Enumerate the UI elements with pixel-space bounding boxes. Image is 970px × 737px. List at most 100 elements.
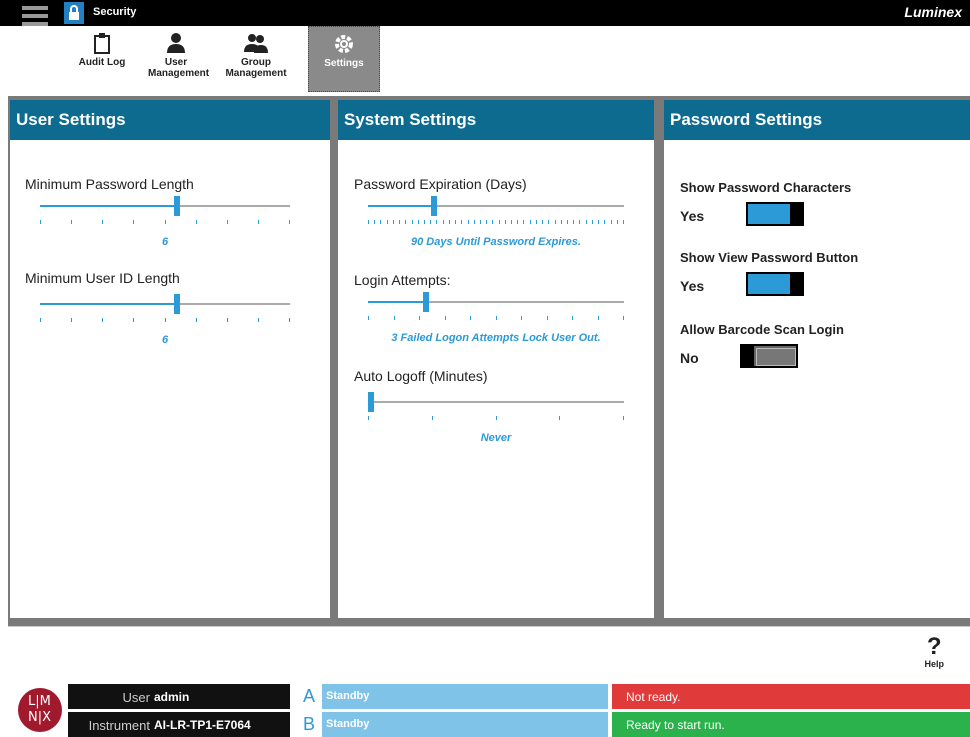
slider-tick bbox=[511, 220, 512, 224]
slider-tick bbox=[496, 416, 497, 420]
clipboard-icon bbox=[94, 33, 110, 54]
slider-tick bbox=[598, 220, 599, 224]
help-button[interactable]: ? Help bbox=[924, 635, 944, 670]
status-bar: L|M N|X User admin Instrument AI-LR-TP1-… bbox=[0, 684, 970, 737]
user-icon bbox=[167, 33, 185, 53]
help-label: Help bbox=[924, 659, 944, 669]
min-password-label: Minimum Password Length bbox=[25, 176, 194, 192]
slider-thumb[interactable] bbox=[174, 294, 180, 314]
slider-tick bbox=[432, 416, 433, 420]
slider-tick bbox=[461, 220, 462, 224]
show-password-characters-toggle[interactable] bbox=[746, 202, 804, 226]
slider-tick bbox=[196, 220, 197, 224]
show-password-characters-value: Yes bbox=[680, 208, 705, 224]
user-key: User bbox=[122, 690, 150, 705]
slider-thumb[interactable] bbox=[174, 196, 180, 216]
slider-tick bbox=[71, 318, 72, 322]
slider-tick bbox=[536, 220, 537, 224]
login-attempts-label: Login Attempts: bbox=[354, 272, 451, 288]
slider-tick bbox=[424, 220, 425, 224]
slider-tick bbox=[496, 316, 497, 320]
slider-tick bbox=[399, 220, 400, 224]
slider-tick bbox=[530, 220, 531, 224]
slider-tick bbox=[521, 316, 522, 320]
min-userid-slider[interactable] bbox=[40, 292, 290, 322]
slider-tick bbox=[133, 220, 134, 224]
password-expiration-slider[interactable] bbox=[368, 194, 624, 224]
slider-tick bbox=[474, 220, 475, 224]
auto-logoff-slider[interactable] bbox=[368, 390, 624, 420]
slider-thumb[interactable] bbox=[368, 392, 374, 412]
slider-tick bbox=[542, 220, 543, 224]
show-view-password-button-toggle[interactable] bbox=[746, 272, 804, 296]
slider-tick bbox=[559, 416, 560, 420]
auto-logoff-label: Auto Logoff (Minutes) bbox=[354, 368, 488, 384]
nav-label: User Management bbox=[148, 57, 210, 79]
settings-panels: User Settings Minimum Password Length 6 … bbox=[8, 96, 970, 626]
bay-a-status[interactable]: Standby bbox=[322, 684, 608, 709]
slider-tick bbox=[567, 220, 568, 224]
password-expiration-label: Password Expiration (Days) bbox=[354, 176, 527, 192]
app-title: Security bbox=[93, 6, 137, 18]
slider-tick bbox=[368, 220, 369, 224]
slider-tick bbox=[623, 316, 624, 320]
slider-thumb[interactable] bbox=[431, 196, 437, 216]
slider-tick bbox=[470, 316, 471, 320]
nav-group-management[interactable]: Group Management bbox=[214, 26, 298, 92]
slider-tick bbox=[102, 318, 103, 322]
show-view-password-button-value: Yes bbox=[680, 278, 705, 294]
slider-tick bbox=[611, 220, 612, 224]
slider-thumb[interactable] bbox=[423, 292, 429, 312]
slider-tick bbox=[419, 316, 420, 320]
slider-tick bbox=[165, 318, 166, 322]
slider-tick bbox=[604, 220, 605, 224]
slider-tick bbox=[592, 220, 593, 224]
nav-audit-log[interactable]: Audit Log bbox=[74, 26, 130, 92]
system-settings-panel: System Settings Password Expiration (Day… bbox=[338, 100, 654, 618]
min-userid-value: 6 bbox=[161, 334, 169, 346]
slider-tick bbox=[445, 316, 446, 320]
user-settings-panel: User Settings Minimum Password Length 6 … bbox=[10, 100, 330, 618]
min-password-slider[interactable] bbox=[40, 194, 290, 224]
slider-tick bbox=[40, 318, 41, 322]
bay-a-letter: A bbox=[302, 686, 315, 706]
slider-tick bbox=[517, 220, 518, 224]
slider-tick bbox=[443, 220, 444, 224]
slider-tick bbox=[547, 316, 548, 320]
min-userid-label: Minimum User ID Length bbox=[25, 270, 180, 286]
slider-tick bbox=[387, 220, 388, 224]
password-settings-panel: Password Settings Show Password Characte… bbox=[664, 100, 970, 618]
user-info: User admin bbox=[68, 684, 290, 709]
auto-logoff-value: Never bbox=[480, 432, 512, 444]
user-value: admin bbox=[154, 690, 190, 704]
security-toolbar: Audit Log User Management Group Manageme… bbox=[0, 26, 970, 92]
instrument-info: Instrument AI-LR-TP1-E7064 bbox=[68, 712, 290, 737]
slider-tick bbox=[133, 318, 134, 322]
slider-tick bbox=[598, 316, 599, 320]
status-not-ready[interactable]: Not ready. bbox=[612, 684, 970, 709]
slider-tick bbox=[380, 220, 381, 224]
bay-b-status[interactable]: Standby bbox=[322, 712, 608, 737]
slider-tick bbox=[492, 220, 493, 224]
slider-tick bbox=[418, 220, 419, 224]
slider-tick bbox=[196, 318, 197, 322]
slider-tick bbox=[71, 220, 72, 224]
slider-tick bbox=[405, 220, 406, 224]
instrument-value: AI-LR-TP1-E7064 bbox=[154, 718, 251, 732]
slider-tick bbox=[555, 220, 556, 224]
nav-settings[interactable]: Settings bbox=[308, 26, 380, 92]
min-password-value: 6 bbox=[161, 236, 169, 248]
group-icon bbox=[244, 34, 268, 53]
panel-title: System Settings bbox=[338, 100, 654, 140]
lmnx-logo-icon: L|M N|X bbox=[18, 688, 62, 732]
status-ready[interactable]: Ready to start run. bbox=[612, 712, 970, 737]
login-attempts-slider[interactable] bbox=[368, 290, 624, 320]
instrument-key: Instrument bbox=[88, 718, 150, 733]
slider-tick bbox=[586, 220, 587, 224]
show-view-password-button-label: Show View Password Button bbox=[680, 250, 859, 265]
slider-tick bbox=[449, 220, 450, 224]
allow-barcode-scan-login-toggle[interactable] bbox=[740, 344, 798, 368]
nav-user-management[interactable]: User Management bbox=[148, 26, 209, 92]
slider-tick bbox=[505, 220, 506, 224]
panel-title: User Settings bbox=[10, 100, 330, 140]
